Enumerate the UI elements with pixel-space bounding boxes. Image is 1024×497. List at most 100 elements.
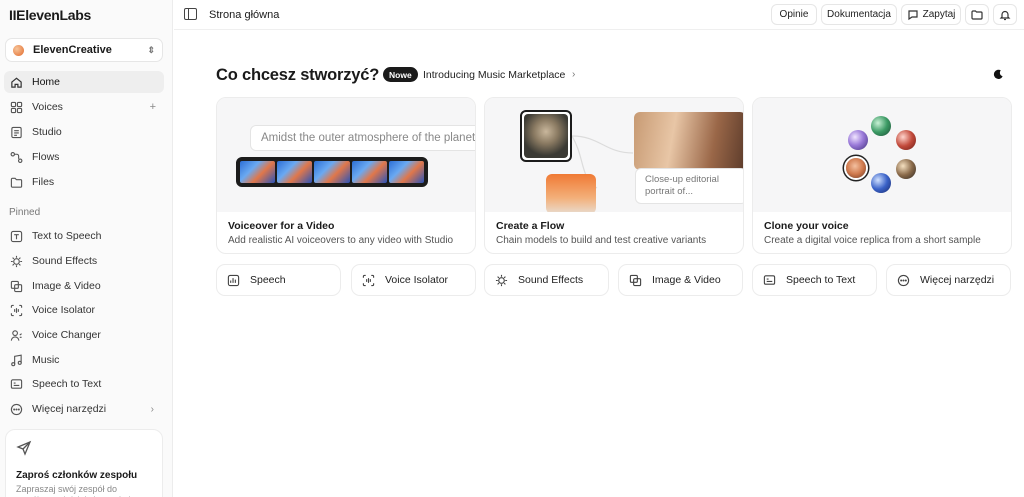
voice-orb: [896, 130, 916, 150]
workspace-name: ElevenCreative: [33, 44, 112, 56]
invite-team-card[interactable]: Zaproś członków zespołu Zapraszaj swój z…: [5, 429, 163, 497]
speech-to-text-icon: [761, 272, 777, 288]
speech-icon: [225, 272, 241, 288]
docs-button[interactable]: Dokumentacja: [821, 4, 897, 25]
home-icon: [9, 75, 23, 89]
sample-text-box: Amidst the outer atmosphere of the plane…: [250, 125, 475, 151]
sidebar-item-voices[interactable]: Voices +: [4, 96, 164, 118]
tool-label: Sound Effects: [518, 274, 584, 286]
sidebar-toggle-icon[interactable]: [184, 8, 197, 20]
sidebar-item-label: Voice Isolator: [32, 304, 96, 316]
sidebar-item-voice-isolator[interactable]: Voice Isolator: [4, 299, 164, 321]
video-frame: [240, 161, 276, 183]
new-badge: Nowe: [383, 67, 418, 82]
ask-label: Zapytaj: [922, 9, 956, 20]
video-frame: [388, 161, 425, 183]
tool-sound-effects[interactable]: Sound Effects: [484, 264, 609, 296]
sidebar-item-sound-effects[interactable]: Sound Effects: [4, 250, 164, 272]
ask-button[interactable]: Zapytaj: [901, 4, 961, 25]
card-voiceover[interactable]: Amidst the outer atmosphere of the plane…: [216, 97, 476, 254]
sidebar-item-label: Speech to Text: [32, 378, 102, 390]
chevron-right-icon: ›: [572, 69, 576, 80]
tool-voice-isolator[interactable]: Voice Isolator: [351, 264, 476, 296]
sidebar-item-studio[interactable]: Studio: [4, 121, 164, 143]
card-description: Create a digital voice replica from a sh…: [764, 235, 981, 246]
tool-label: Voice Isolator: [385, 274, 449, 286]
chevron-right-icon: ›: [150, 403, 154, 415]
sidebar-item-image-video[interactable]: Image & Video: [4, 275, 164, 297]
bell-icon: [999, 9, 1011, 21]
speech-to-text-icon: [9, 377, 23, 391]
tool-label: Speech: [250, 274, 286, 286]
tool-speech[interactable]: Speech: [216, 264, 341, 296]
tool-speech-to-text[interactable]: Speech to Text: [752, 264, 877, 296]
voices-icon: [9, 100, 23, 114]
sidebar-item-music[interactable]: Music: [4, 349, 164, 371]
card-title: Create a Flow: [496, 220, 565, 232]
chevron-up-down-icon: ⇕: [147, 44, 155, 55]
sound-effects-icon: [9, 254, 23, 268]
tool-label: Speech to Text: [786, 274, 856, 286]
sidebar: IIElevenLabs ElevenCreative ⇕ Home Voice…: [0, 0, 173, 497]
voice-orb: [871, 173, 891, 193]
product-image: [546, 174, 596, 212]
announcement-link[interactable]: Introducing Music Marketplace: [423, 69, 565, 81]
sidebar-item-home[interactable]: Home: [4, 71, 164, 93]
voice-orbs-preview: [753, 98, 1011, 212]
tool-image-video[interactable]: Image & Video: [618, 264, 743, 296]
page-title: Strona główna: [209, 9, 280, 21]
output-portrait-image: [634, 112, 743, 170]
moon-icon[interactable]: [993, 69, 1004, 80]
voice-changer-icon: [9, 328, 23, 342]
voice-orb: [848, 130, 868, 150]
card-description: Add realistic AI voiceovers to any video…: [228, 235, 454, 246]
prompt-callout: Close-up editorial portrait of...: [635, 168, 743, 204]
workspace-avatar-icon: [13, 44, 24, 56]
tool-label: Więcej narzędzi: [920, 274, 995, 286]
top-bar: Strona główna Opinie Dokumentacja Zapyta…: [174, 0, 1024, 30]
voice-isolator-icon: [9, 303, 23, 317]
text-to-speech-icon: [9, 229, 23, 243]
video-frame: [351, 161, 387, 183]
voice-orb-selected: [846, 158, 866, 178]
notifications-button[interactable]: [993, 4, 1017, 25]
files-button[interactable]: [965, 4, 989, 25]
video-frame: [277, 161, 313, 183]
studio-icon: [9, 125, 23, 139]
feedback-button[interactable]: Opinie: [771, 4, 817, 25]
folder-icon: [971, 9, 983, 21]
sidebar-item-label: Music: [32, 354, 60, 366]
voice-orb: [896, 159, 916, 179]
flows-icon: [9, 150, 23, 164]
sidebar-item-label: Więcej narzędzi: [32, 403, 107, 415]
sidebar-item-voice-changer[interactable]: Voice Changer: [4, 324, 164, 346]
sidebar-item-text-to-speech[interactable]: Text to Speech: [4, 225, 164, 247]
sidebar-item-more-tools[interactable]: Więcej narzędzi ›: [4, 398, 164, 420]
music-icon: [9, 353, 23, 367]
invite-description: Zapraszaj swój zespół do współpracy i dz…: [16, 484, 131, 497]
more-tools-icon: [9, 402, 23, 416]
sidebar-item-label: Flows: [32, 151, 60, 163]
video-filmstrip: [236, 157, 428, 187]
voiceover-preview: Amidst the outer atmosphere of the plane…: [217, 98, 475, 212]
add-voice-icon[interactable]: +: [150, 101, 156, 113]
send-icon: [16, 440, 32, 459]
logo[interactable]: IIElevenLabs: [9, 7, 91, 23]
files-icon: [9, 175, 23, 189]
workspace-selector[interactable]: ElevenCreative ⇕: [5, 38, 163, 62]
sidebar-item-label: Voice Changer: [32, 329, 101, 341]
image-video-icon: [9, 279, 23, 293]
image-video-icon: [627, 272, 643, 288]
card-title: Clone your voice: [764, 220, 849, 232]
tool-more-tools[interactable]: Więcej narzędzi: [886, 264, 1011, 296]
sidebar-item-speech-to-text[interactable]: Speech to Text: [4, 373, 164, 395]
card-clone-voice[interactable]: Clone your voice Create a digital voice …: [752, 97, 1012, 254]
card-title: Voiceover for a Video: [228, 220, 335, 232]
chat-icon: [907, 9, 919, 21]
sidebar-item-label: Home: [32, 76, 61, 88]
invite-title: Zaproś członków zespołu: [16, 470, 138, 481]
sidebar-item-files[interactable]: Files: [4, 171, 164, 193]
sidebar-item-flows[interactable]: Flows: [4, 146, 164, 168]
flow-preview: Close-up editorial portrait of...: [485, 98, 743, 212]
card-create-flow[interactable]: Close-up editorial portrait of... Create…: [484, 97, 744, 254]
